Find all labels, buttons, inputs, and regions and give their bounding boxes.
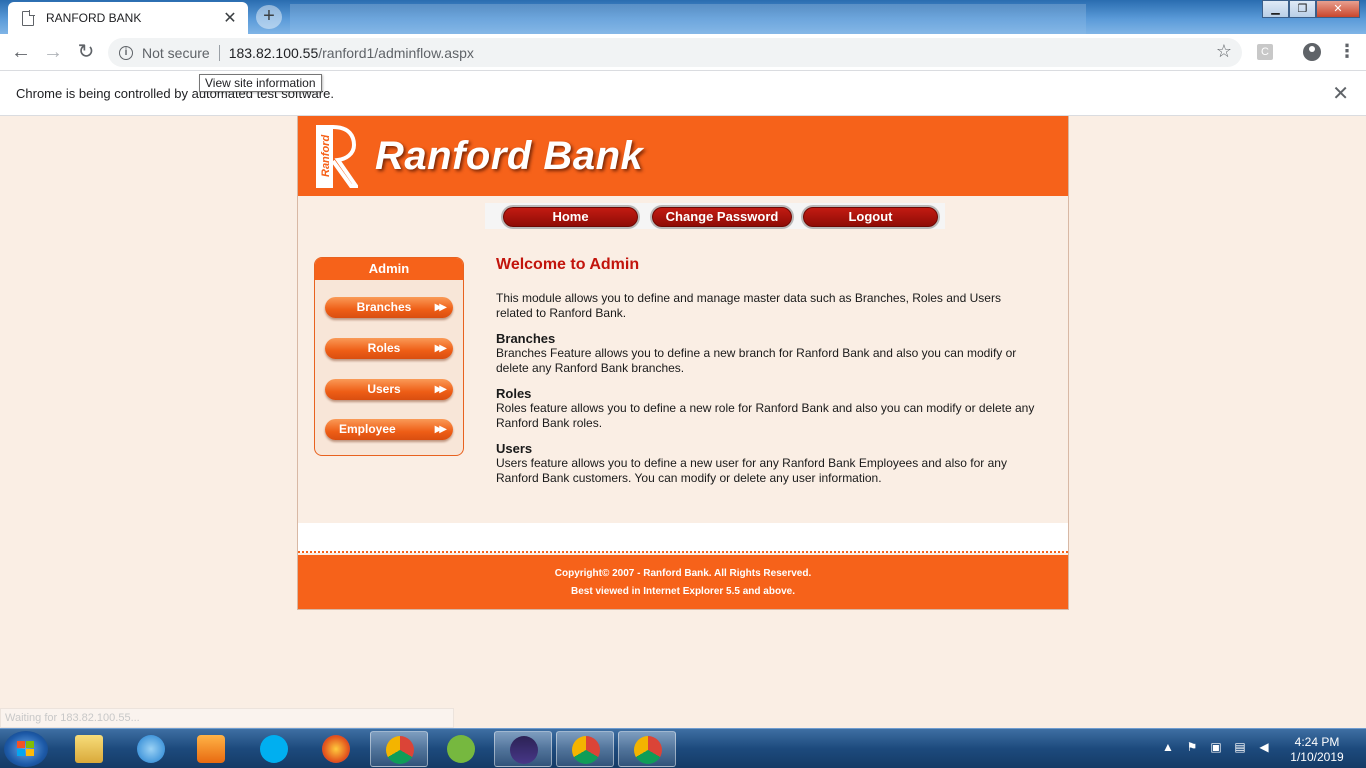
home-button[interactable]: Home bbox=[503, 207, 638, 227]
section-heading-roles: Roles bbox=[496, 386, 532, 401]
main-content: Welcome to Admin This module allows you … bbox=[496, 257, 1036, 496]
footer-divider bbox=[298, 523, 1068, 553]
browser-tab[interactable]: RANFORD BANK ✕ bbox=[8, 2, 248, 34]
status-bubble: Waiting for 183.82.100.55... bbox=[0, 708, 454, 728]
eclipse-icon[interactable] bbox=[494, 731, 552, 767]
tab-close-icon[interactable]: ✕ bbox=[222, 8, 238, 28]
infobar-close-icon[interactable]: ✕ bbox=[1332, 81, 1349, 106]
clock-time: 4:24 PM bbox=[1294, 735, 1340, 749]
file-explorer-icon[interactable] bbox=[60, 731, 118, 767]
not-secure-label[interactable]: Not secure bbox=[142, 44, 220, 61]
admin-sidebar: Admin Branches ▶▶ Roles ▶▶ Users ▶▶ Empl… bbox=[314, 257, 464, 456]
double-arrow-icon: ▶▶ bbox=[434, 302, 448, 313]
footer: Copyright© 2007 - Ranford Bank. All Righ… bbox=[298, 555, 1068, 609]
window-controls: ▁ ❐ ✕ bbox=[1262, 0, 1360, 18]
site-info-tooltip: View site information bbox=[199, 74, 322, 92]
page-title: Welcome to Admin bbox=[496, 256, 640, 273]
sidebar-item-label: Employee bbox=[339, 422, 396, 436]
media-player-icon[interactable] bbox=[182, 731, 240, 767]
top-navigation: Home Change Password Logout bbox=[485, 203, 945, 229]
start-button[interactable] bbox=[4, 731, 48, 767]
minimize-icon[interactable]: ▁ bbox=[1262, 0, 1289, 18]
sidebar-item-branches[interactable]: Branches ▶▶ bbox=[325, 297, 453, 318]
url-path: /ranford1/adminflow.aspx bbox=[318, 44, 474, 61]
browser-note-text: Best viewed in Internet Explorer 5.5 and… bbox=[571, 586, 795, 597]
chrome-icon[interactable] bbox=[618, 731, 676, 767]
sidebar-item-users[interactable]: Users ▶▶ bbox=[325, 379, 453, 400]
window-close-icon[interactable]: ✕ bbox=[1316, 0, 1360, 18]
sidebar-item-label: Roles bbox=[367, 341, 401, 355]
url-text[interactable]: 183.82.100.55/ranford1/adminflow.aspx bbox=[229, 45, 474, 61]
double-arrow-icon: ▶▶ bbox=[434, 343, 448, 354]
sidebar-item-roles[interactable]: Roles ▶▶ bbox=[325, 338, 453, 359]
action-center-flag-icon[interactable]: ⚑ bbox=[1184, 739, 1200, 755]
change-password-button[interactable]: Change Password bbox=[652, 207, 792, 227]
page-icon bbox=[22, 9, 35, 26]
section-text-branches: Branches Feature allows you to define a … bbox=[496, 346, 1017, 375]
reload-icon[interactable]: ↻ bbox=[73, 40, 99, 66]
clock-date: 1/10/2019 bbox=[1290, 750, 1344, 764]
windows-taskbar: ▲ ⚑ ▣ ▤ ◀ 4:24 PM 1/10/2019 bbox=[0, 728, 1366, 768]
account-icon[interactable] bbox=[1303, 43, 1321, 61]
browser-toolbar: ← → ↻ i Not secure 183.82.100.55/ranford… bbox=[0, 34, 1366, 71]
sidebar-title: Admin bbox=[315, 258, 463, 280]
header-banner: Ranford Ranford Bank bbox=[298, 116, 1068, 196]
internet-explorer-icon[interactable] bbox=[122, 731, 180, 767]
maximize-icon[interactable]: ❐ bbox=[1289, 0, 1316, 18]
browser-tabstrip: RANFORD BANK ✕ + ▁ ❐ ✕ bbox=[0, 0, 1366, 34]
forward-arrow-icon[interactable]: → bbox=[40, 40, 66, 66]
sidebar-item-label: Users bbox=[367, 382, 401, 396]
skype-icon[interactable] bbox=[245, 731, 303, 767]
taskbar-clock[interactable]: 4:24 PM 1/10/2019 bbox=[1282, 735, 1352, 765]
address-bar[interactable]: i Not secure 183.82.100.55/ranford1/admi… bbox=[108, 38, 1242, 67]
menu-dots-icon[interactable]: ⋮ bbox=[1338, 41, 1356, 62]
system-tray: ▲ ⚑ ▣ ▤ ◀ bbox=[1160, 739, 1272, 759]
logo-text: Ranford bbox=[320, 134, 332, 178]
security-icon[interactable]: ▣ bbox=[1208, 739, 1224, 755]
new-tab-button[interactable]: + bbox=[256, 5, 282, 29]
sidebar-item-label: Branches bbox=[356, 300, 412, 314]
back-arrow-icon[interactable]: ← bbox=[8, 40, 34, 66]
site-info-icon[interactable]: i bbox=[119, 45, 133, 60]
logout-button[interactable]: Logout bbox=[803, 207, 938, 227]
network-icon[interactable]: ▤ bbox=[1232, 739, 1248, 755]
section-text-users: Users feature allows you to define a new… bbox=[496, 456, 1007, 485]
brand-title: Ranford Bank bbox=[375, 134, 644, 178]
chrome-icon[interactable] bbox=[556, 731, 614, 767]
intro-text: This module allows you to define and man… bbox=[496, 291, 1001, 320]
firefox-icon[interactable] bbox=[307, 731, 365, 767]
page-container: Ranford Ranford Bank Home Change Passwor… bbox=[297, 116, 1069, 610]
extension-icon[interactable]: C bbox=[1257, 44, 1273, 60]
double-arrow-icon: ▶▶ bbox=[434, 424, 448, 435]
bookmark-star-icon[interactable]: ☆ bbox=[1216, 41, 1232, 62]
utorrent-icon[interactable] bbox=[432, 731, 490, 767]
double-arrow-icon: ▶▶ bbox=[434, 384, 448, 395]
section-text-roles: Roles feature allows you to define a new… bbox=[496, 401, 1035, 430]
tray-expand-icon[interactable]: ▲ bbox=[1160, 739, 1176, 755]
windows-logo-icon bbox=[17, 741, 35, 757]
chrome-icon[interactable] bbox=[370, 731, 428, 767]
volume-muted-icon[interactable]: ◀ bbox=[1256, 739, 1272, 755]
copyright-text: Copyright© 2007 - Ranford Bank. All Righ… bbox=[554, 568, 812, 579]
tab-title: RANFORD BANK bbox=[46, 11, 142, 25]
section-heading-users: Users bbox=[496, 441, 533, 456]
sidebar-item-employee[interactable]: Employee ▶▶ bbox=[325, 419, 453, 440]
url-host: 183.82.100.55 bbox=[228, 44, 319, 61]
section-heading-branches: Branches bbox=[496, 331, 556, 346]
